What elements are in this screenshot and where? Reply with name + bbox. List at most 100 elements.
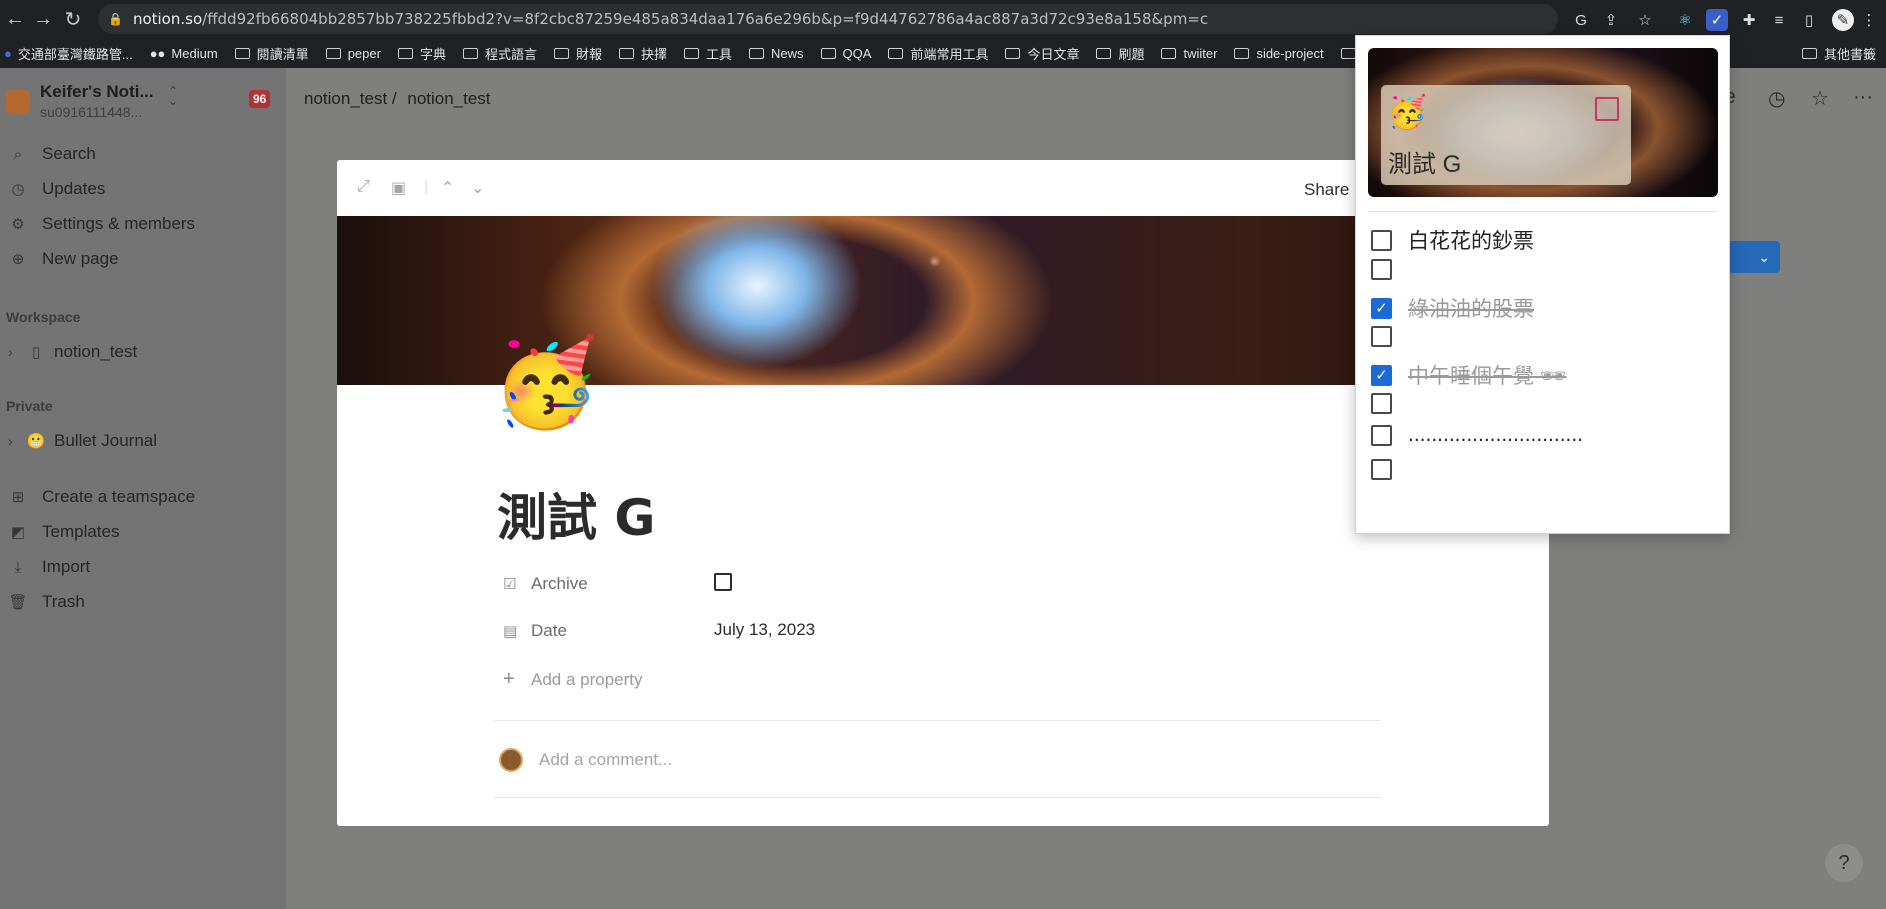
property-archive[interactable]: ☑ Archive — [503, 574, 588, 594]
chevron-updown-icon[interactable]: ⌃ ⌄ — [168, 85, 178, 107]
help-button[interactable]: ? — [1825, 844, 1863, 882]
checkbox[interactable] — [1371, 326, 1392, 347]
templates-icon: ◩ — [10, 524, 26, 541]
back-icon[interactable]: ← — [0, 4, 30, 34]
archive-checkbox[interactable] — [1595, 97, 1619, 121]
chevron-up-icon[interactable]: ⌃ — [441, 178, 454, 198]
checkbox[interactable] — [1371, 229, 1392, 251]
trash-icon: 🗑 — [8, 594, 28, 611]
folder-icon — [1801, 47, 1817, 59]
page-title[interactable]: 測試 G — [497, 478, 655, 550]
bookmark-folder[interactable]: 程式語言 — [462, 44, 537, 63]
address-bar[interactable]: 🔒 notion.so /ffdd92fb66804bb2857bb738225… — [98, 4, 1558, 34]
todo-item[interactable]: 白花花的鈔票 — [1371, 225, 1534, 255]
bookmark-item[interactable]: ● 交通部臺灣鐵路管... — [4, 44, 133, 63]
extensions-puzzle-icon[interactable]: ✚ — [1738, 9, 1760, 31]
bookmark-folder[interactable]: 前端常用工具 — [888, 44, 988, 63]
clock-icon: ◷ — [11, 181, 25, 198]
favorite-star-icon[interactable]: ☆ — [1811, 86, 1829, 111]
todo-item[interactable]: ✓ 綠油油的股票 — [1371, 293, 1534, 323]
workspace-switcher[interactable]: Keifer's Noti... su0916111448... — [6, 82, 154, 120]
sidebar-page-notion-test[interactable]: › ▯ notion_test — [8, 342, 137, 362]
google-icon[interactable]: G — [1570, 9, 1592, 31]
checkbox[interactable] — [1371, 259, 1392, 280]
page-emoji-icon[interactable]: 🥳 — [492, 335, 599, 431]
date-value[interactable]: July 13, 2023 — [714, 620, 815, 640]
browser-menu-icon[interactable]: ⋮ — [1858, 9, 1880, 31]
archive-checkbox[interactable] — [714, 573, 732, 596]
sidebar-item-create-teamspace[interactable]: ⊞ Create a teamspace — [8, 487, 195, 507]
side-panel-icon[interactable]: ▯ — [1798, 9, 1820, 31]
comment-input[interactable]: Add a comment... — [539, 750, 672, 770]
folder-icon — [397, 47, 413, 59]
other-bookmarks[interactable]: 其他書籤 — [1801, 38, 1886, 68]
divider — [1368, 211, 1718, 212]
bookmark-folder[interactable]: twiiter — [1161, 46, 1217, 61]
bookmark-folder[interactable]: 閱讀清單 — [234, 44, 309, 63]
browser-toolbar: ← → ↻ 🔒 notion.so /ffdd92fb66804bb2857bb… — [0, 0, 1886, 38]
notification-badge[interactable]: 96 — [249, 90, 271, 108]
react-devtools-icon[interactable]: ⚛ — [1674, 9, 1696, 31]
sidebar-item-new-page[interactable]: ⊕ New page — [8, 249, 119, 269]
bookmark-folder[interactable]: 刷題 — [1096, 44, 1144, 63]
popup-page-title: 測試 G — [1388, 151, 1462, 178]
bookmark-folder[interactable]: side-project — [1234, 46, 1324, 61]
search-icon: ⌕ — [13, 145, 23, 163]
divider — [494, 797, 1381, 798]
folder-icon — [325, 47, 341, 59]
peek-mode-icon[interactable]: ▣ — [391, 178, 406, 198]
forward-icon[interactable]: → — [28, 4, 58, 34]
popup-page-card[interactable]: 🥳 測試 G — [1381, 85, 1631, 185]
sidebar-item-search[interactable]: ⌕ Search — [8, 144, 96, 164]
folder-icon — [234, 47, 250, 59]
reading-list-icon[interactable]: ≡ — [1768, 9, 1790, 31]
more-icon[interactable]: ··· — [1853, 86, 1873, 109]
bookmark-folder[interactable]: 抉擇 — [618, 44, 667, 63]
bookmark-folder[interactable]: 財報 — [553, 44, 602, 63]
checkbox[interactable] — [1371, 459, 1392, 480]
railway-icon: ● — [4, 45, 12, 61]
sidebar-item-trash[interactable]: 🗑 Trash — [8, 592, 84, 612]
share-button[interactable]: Share — [1304, 180, 1349, 200]
profile-avatar[interactable]: ✎ — [1832, 9, 1854, 31]
divider: | — [424, 178, 429, 195]
property-date[interactable]: ▤ Date — [503, 621, 567, 641]
bookmark-folder[interactable]: 今日文章 — [1005, 44, 1079, 63]
todo-item[interactable]: .............................. — [1371, 423, 1583, 447]
folder-icon — [820, 47, 836, 59]
bookmark-item[interactable]: ●● Medium — [150, 46, 218, 61]
chevron-down-icon[interactable]: ⌄ — [471, 178, 484, 198]
todo-item[interactable] — [1371, 393, 1408, 414]
todo-item[interactable] — [1371, 459, 1408, 480]
checkbox-checked[interactable]: ✓ — [1371, 364, 1392, 386]
bookmark-star-icon[interactable]: ☆ — [1634, 9, 1656, 31]
bookmark-folder[interactable]: QQA — [820, 46, 871, 61]
share-page-icon[interactable]: ⇪ — [1600, 9, 1622, 31]
history-clock-icon[interactable]: ◷ — [1768, 86, 1785, 111]
breadcrumb-item[interactable]: notion_test / — [304, 89, 397, 108]
breadcrumb-item[interactable]: notion_test — [407, 89, 490, 108]
bookmark-folder[interactable]: 工具 — [684, 44, 732, 63]
bookmark-folder[interactable]: 字典 — [397, 44, 446, 63]
notion-todo-extension-icon[interactable]: ✓ — [1706, 9, 1728, 31]
reload-icon[interactable]: ↻ — [58, 4, 88, 34]
plus-icon: + — [503, 668, 515, 690]
checkbox[interactable] — [1371, 424, 1392, 446]
sidebar-page-bullet-journal[interactable]: › 😬 Bullet Journal — [8, 431, 157, 451]
bookmark-folder[interactable]: News — [749, 46, 804, 61]
sidebar-item-settings[interactable]: ⚙ Settings & members — [8, 214, 195, 234]
todo-item[interactable] — [1371, 326, 1408, 347]
sidebar-item-import[interactable]: ⤓ Import — [8, 557, 91, 577]
todo-item[interactable]: ✓ 中午睡個午覺 🕶 — [1371, 360, 1567, 390]
checkbox[interactable] — [714, 573, 732, 591]
sidebar-item-templates[interactable]: ◩ Templates — [8, 522, 120, 542]
add-property-button[interactable]: + Add a property — [503, 668, 643, 691]
bookmark-folder[interactable]: peper — [325, 46, 381, 61]
notion-sidebar: Keifer's Noti... su0916111448... ⌃ ⌄ 96 ⌕… — [0, 68, 286, 909]
expand-icon[interactable]: ⤢ — [357, 178, 370, 196]
sidebar-item-updates[interactable]: ◷ Updates — [8, 179, 105, 199]
todo-item[interactable] — [1371, 259, 1408, 280]
checkbox[interactable] — [1371, 393, 1392, 414]
checkbox-checked[interactable]: ✓ — [1371, 297, 1392, 319]
checkbox-property-icon: ☑ — [503, 576, 517, 593]
